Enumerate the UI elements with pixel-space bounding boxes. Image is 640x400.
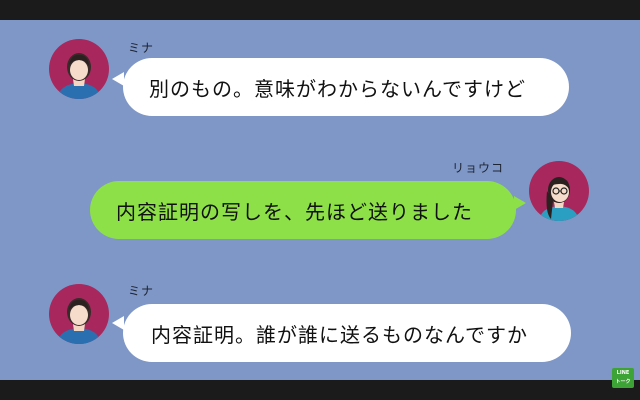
logo-line2: トーク: [615, 379, 631, 385]
chat-area: ミナ 別のもの。意味がわからないんですけど リョウコ 内容証明の写しを、先ほど送…: [0, 20, 640, 380]
sender-name: ミナ: [128, 284, 155, 298]
woman-short-hair-avatar-icon[interactable]: [49, 39, 109, 99]
line-talk-logo: LINE トーク: [612, 368, 634, 388]
bubble-tail: [112, 316, 124, 330]
sender-name: ミナ: [128, 41, 155, 55]
message-bubble[interactable]: 内容証明の写しを、先ほど送りました: [90, 181, 516, 239]
message-bubble[interactable]: 内容証明。誰が誰に送るものなんですか: [123, 304, 571, 362]
woman-glasses-avatar-icon[interactable]: [529, 161, 589, 221]
bubble-tail: [514, 196, 526, 210]
logo-line1: LINE: [616, 370, 630, 376]
sender-name: リョウコ: [452, 161, 505, 175]
message-bubble[interactable]: 別のもの。意味がわからないんですけど: [123, 58, 569, 116]
woman-short-hair-avatar-icon[interactable]: [49, 284, 109, 344]
